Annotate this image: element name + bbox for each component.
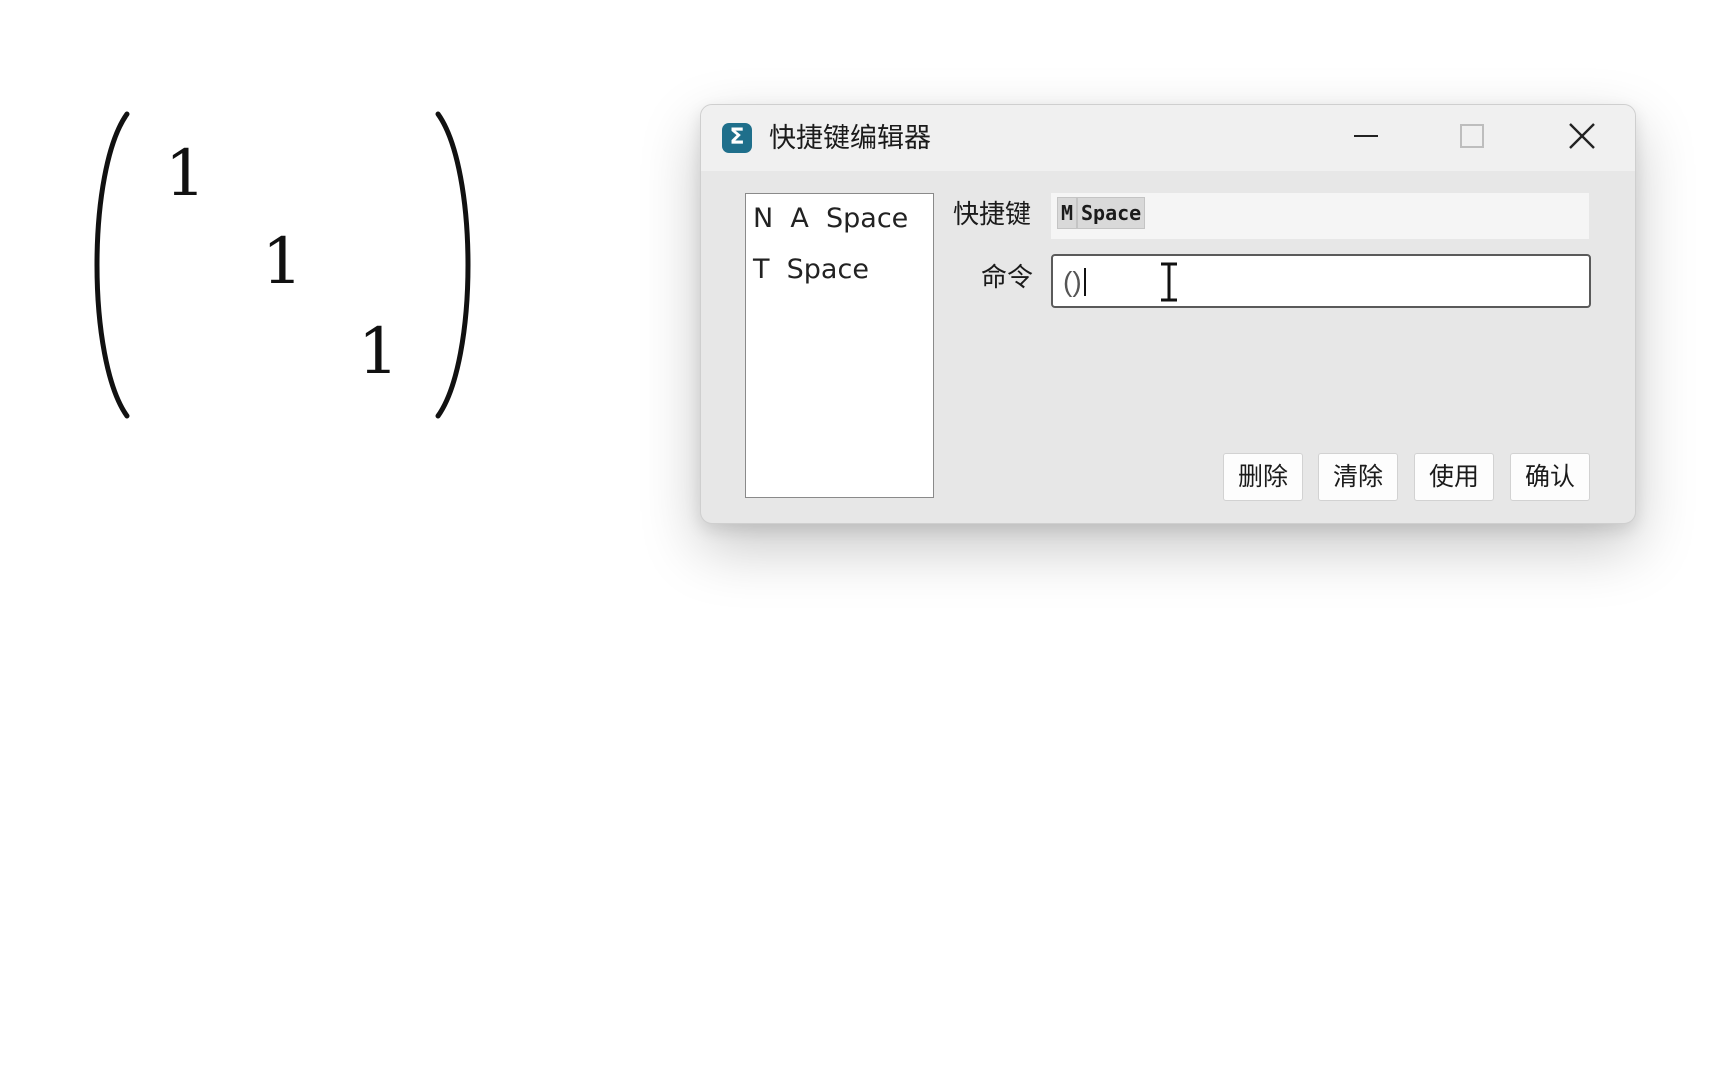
shortcut-label: 快捷键 xyxy=(953,200,1032,230)
shortcut-editor-dialog: Σ 快捷键编辑器 N A Space T Space 快捷键 M Space 命… xyxy=(700,104,1636,524)
maximize-icon xyxy=(1460,124,1484,148)
ibeam-cursor-icon xyxy=(1161,262,1177,302)
matrix-entry-3-3: 1 xyxy=(358,315,399,389)
delete-button[interactable]: 删除 xyxy=(1223,453,1303,501)
key-chip-m: M xyxy=(1057,197,1078,229)
title-bar[interactable]: Σ 快捷键编辑器 xyxy=(701,105,1635,171)
identity-matrix: 1 1 1 xyxy=(75,110,495,430)
shortcut-list-item[interactable]: T Space xyxy=(753,253,869,287)
clear-button[interactable]: 清除 xyxy=(1318,453,1398,501)
command-label: 命令 xyxy=(981,263,1034,293)
key-chip-space: Space xyxy=(1077,197,1146,229)
screen: 1 1 1 Σ 快捷键编辑器 N A Space T Space 快捷键 M S… xyxy=(0,0,1730,1080)
maximize-button[interactable] xyxy=(1437,111,1507,161)
right-parenthesis xyxy=(435,111,471,419)
matrix-entry-1-1: 1 xyxy=(165,137,206,211)
use-button[interactable]: 使用 xyxy=(1414,453,1494,501)
matrix-entry-2-2: 1 xyxy=(262,225,303,299)
command-value: () xyxy=(1063,266,1082,297)
minimize-button[interactable] xyxy=(1331,111,1401,161)
close-button[interactable] xyxy=(1547,111,1617,161)
confirm-button[interactable]: 确认 xyxy=(1510,453,1590,501)
sigma-icon: Σ xyxy=(722,123,752,153)
shortcut-list-item[interactable]: N A Space xyxy=(753,202,908,236)
minimize-icon xyxy=(1354,135,1378,137)
text-caret xyxy=(1084,268,1086,296)
window-title: 快捷键编辑器 xyxy=(769,123,931,154)
left-parenthesis xyxy=(94,111,130,419)
shortcut-key-field[interactable]: M Space xyxy=(1051,193,1589,239)
close-icon xyxy=(1569,123,1595,149)
shortcut-list[interactable]: N A Space T Space xyxy=(745,193,934,498)
command-input[interactable]: () xyxy=(1051,254,1591,308)
